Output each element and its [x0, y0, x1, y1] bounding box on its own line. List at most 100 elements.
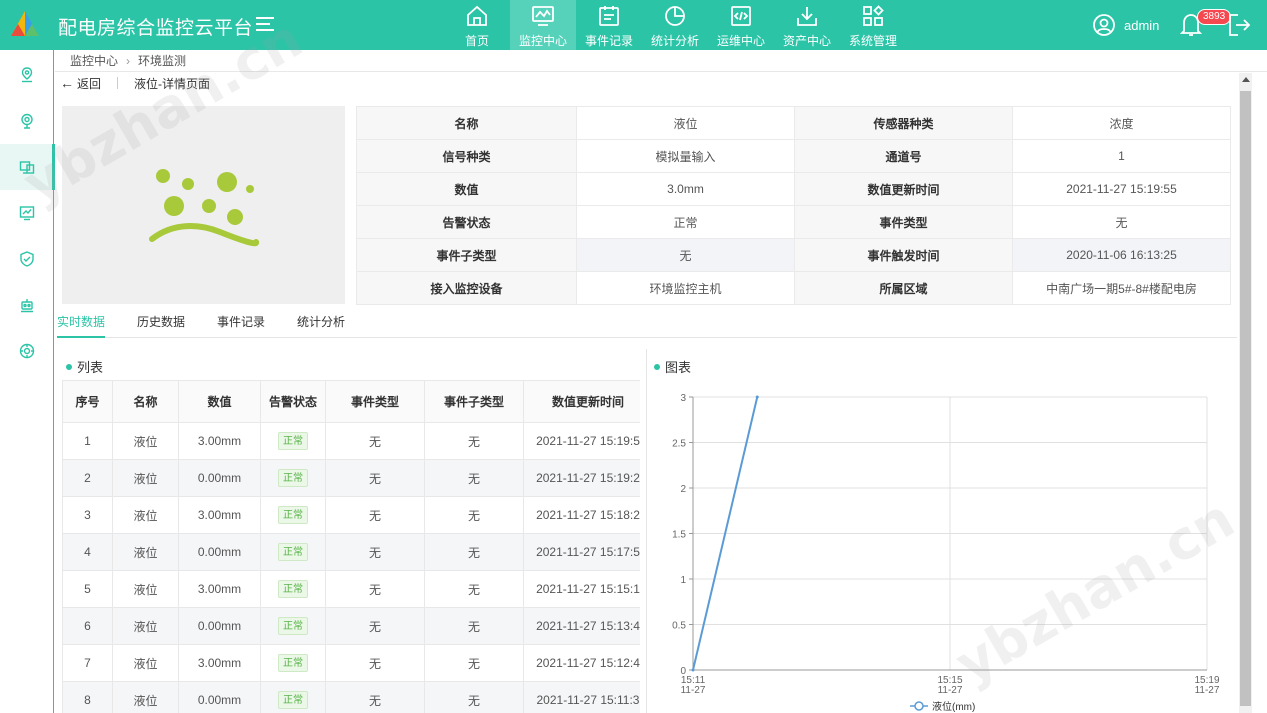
nav-label: 事件记录 [584, 34, 633, 48]
y-tick-label: 0.5 [672, 621, 686, 632]
info-value: 无 [1012, 205, 1231, 239]
nav-event-record[interactable]: 事件记录 [576, 0, 642, 50]
table-cell: 正常 [260, 644, 326, 682]
info-row: 信号种类 模拟量输入 通道号 1 [356, 139, 1231, 173]
table-cell: 3.00mm [178, 570, 261, 608]
table-cell: 正常 [260, 496, 326, 534]
info-value: 正常 [576, 205, 795, 239]
breadcrumb-item[interactable]: 监控中心 [70, 52, 118, 69]
table-cell: 无 [424, 681, 524, 713]
table-row[interactable]: 8 液位 0.00mm 正常无无 2021-11-27 15:11:3 [62, 681, 640, 713]
sensor-image [62, 106, 345, 304]
detail-header: ← 返回 液位-详情页面 [60, 74, 210, 92]
tab-events[interactable]: 事件记录 [217, 304, 265, 338]
status-badge: 正常 [278, 580, 308, 598]
table-cell: 6 [62, 607, 113, 645]
x-tick-label: 11-27 [1195, 685, 1220, 696]
info-value: 液位 [576, 106, 795, 140]
line-chart[interactable]: 00.511.522.5315:1111-2715:1511-2715:1911… [650, 380, 1235, 713]
info-label: 通道号 [794, 139, 1013, 173]
nav-maintenance[interactable]: 运维中心 [708, 0, 774, 50]
chart-monitor-icon [19, 206, 35, 221]
data-point [755, 395, 759, 399]
monitor-icon [532, 6, 554, 26]
scroll-thumb[interactable] [1240, 91, 1251, 706]
table-cell: 2 [62, 459, 113, 497]
nav-system-management[interactable]: 系统管理 [840, 0, 906, 50]
info-value: 无 [576, 238, 795, 272]
column-header: 事件类型 [325, 380, 425, 423]
info-label: 告警状态 [356, 205, 577, 239]
table-cell: 1 [62, 422, 113, 460]
x-tick-label: 11-27 [681, 685, 706, 696]
table-row[interactable]: 6 液位 0.00mm 正常无无 2021-11-27 15:13:4 [62, 607, 640, 645]
info-value: 2021-11-27 15:19:55 [1012, 172, 1231, 206]
nav-monitor-center[interactable]: 监控中心 [510, 0, 576, 50]
tab-history[interactable]: 历史数据 [137, 304, 185, 338]
column-header: 数值 [178, 380, 261, 423]
vertical-scrollbar[interactable] [1239, 73, 1252, 713]
table-cell: 2021-11-27 15:11:3 [523, 681, 640, 713]
tab-statistics[interactable]: 统计分析 [297, 304, 345, 338]
table-cell: 无 [325, 681, 425, 713]
top-navigation-bar: 配电房综合监控云平台 首页 监控中心 事件记录 统计分析 运维中心 资产中心 系… [0, 0, 1267, 50]
shield-check-icon [20, 251, 34, 267]
tab-realtime[interactable]: 实时数据 [57, 304, 106, 338]
user-menu[interactable]: admin [1092, 13, 1159, 37]
sidebar-item-video[interactable] [0, 98, 54, 144]
table-cell: 液位 [112, 496, 179, 534]
sidebar-item-environment[interactable] [0, 144, 55, 190]
info-row: 数值 3.0mm 数值更新时间 2021-11-27 15:19:55 [356, 172, 1231, 206]
table-cell: 2021-11-27 15:13:4 [523, 607, 640, 645]
table-row[interactable]: 5 液位 3.00mm 正常无无 2021-11-27 15:15:1 [62, 570, 640, 608]
nav-label: 资产中心 [782, 34, 831, 48]
table-cell: 0.00mm [178, 681, 261, 713]
chart-section-title: 图表 [654, 357, 691, 376]
table-cell: 无 [325, 644, 425, 682]
dial-icon [19, 343, 35, 359]
nav-statistics[interactable]: 统计分析 [642, 0, 708, 50]
sidebar-item-robot[interactable] [0, 282, 54, 328]
table-row[interactable]: 2 液位 0.00mm 正常无无 2021-11-27 15:19:2 [62, 459, 640, 497]
nav-home[interactable]: 首页 [444, 0, 510, 50]
nav-asset-center[interactable]: 资产中心 [774, 0, 840, 50]
sidebar-item-analysis[interactable] [0, 190, 54, 236]
menu-toggle-icon[interactable] [256, 16, 274, 32]
table-row[interactable]: 3 液位 3.00mm 正常无无 2021-11-27 15:18:2 [62, 496, 640, 534]
table-cell: 无 [424, 533, 524, 571]
info-label: 数值 [356, 172, 577, 206]
sidebar-item-map[interactable] [0, 52, 54, 98]
legend-marker [914, 701, 924, 711]
scroll-up-arrow-icon[interactable] [1242, 77, 1250, 82]
location-pin-icon [21, 67, 33, 83]
table-cell: 3.00mm [178, 422, 261, 460]
table-row[interactable]: 7 液位 3.00mm 正常无无 2021-11-27 15:12:4 [62, 644, 640, 682]
table-cell: 无 [424, 422, 524, 460]
nav-label: 首页 [464, 34, 489, 48]
table-cell: 正常 [260, 570, 326, 608]
table-cell: 液位 [112, 533, 179, 571]
table-row[interactable]: 4 液位 0.00mm 正常无无 2021-11-27 15:17:5 [62, 533, 640, 571]
table-cell: 正常 [260, 607, 326, 645]
table-row[interactable]: 1 液位 3.00mm 正常无无 2021-11-27 15:19:5 [62, 422, 640, 460]
y-tick-label: 3 [680, 393, 686, 404]
info-label: 信号种类 [356, 139, 577, 173]
logout-icon[interactable] [1226, 12, 1252, 38]
sidebar-item-security[interactable] [0, 236, 54, 282]
info-label: 名称 [356, 106, 577, 140]
breadcrumb-item[interactable]: 环境监测 [138, 52, 186, 69]
devices-icon [19, 161, 35, 174]
info-label: 数值更新时间 [794, 172, 1013, 206]
info-value: 2020-11-06 16:13:25 [1012, 238, 1231, 272]
statistics-icon [665, 6, 685, 26]
info-label: 所属区域 [794, 271, 1013, 305]
sidebar-item-dashboard[interactable] [0, 328, 54, 374]
table-cell: 2021-11-27 15:19:2 [523, 459, 640, 497]
back-button[interactable]: 返回 [77, 75, 101, 92]
realtime-data-list[interactable]: 序号 名称 数值 告警状态 事件类型 事件子类型 数值更新时间 1 液位 3.00mm 正常无无 2… [62, 380, 640, 713]
y-tick-label: 1.5 [672, 530, 686, 541]
info-row: 告警状态 正常 事件类型无 [356, 205, 1231, 239]
table-cell: 3 [62, 496, 113, 534]
liquid-level-icon [149, 169, 259, 247]
back-arrow-icon[interactable]: ← [60, 75, 74, 91]
